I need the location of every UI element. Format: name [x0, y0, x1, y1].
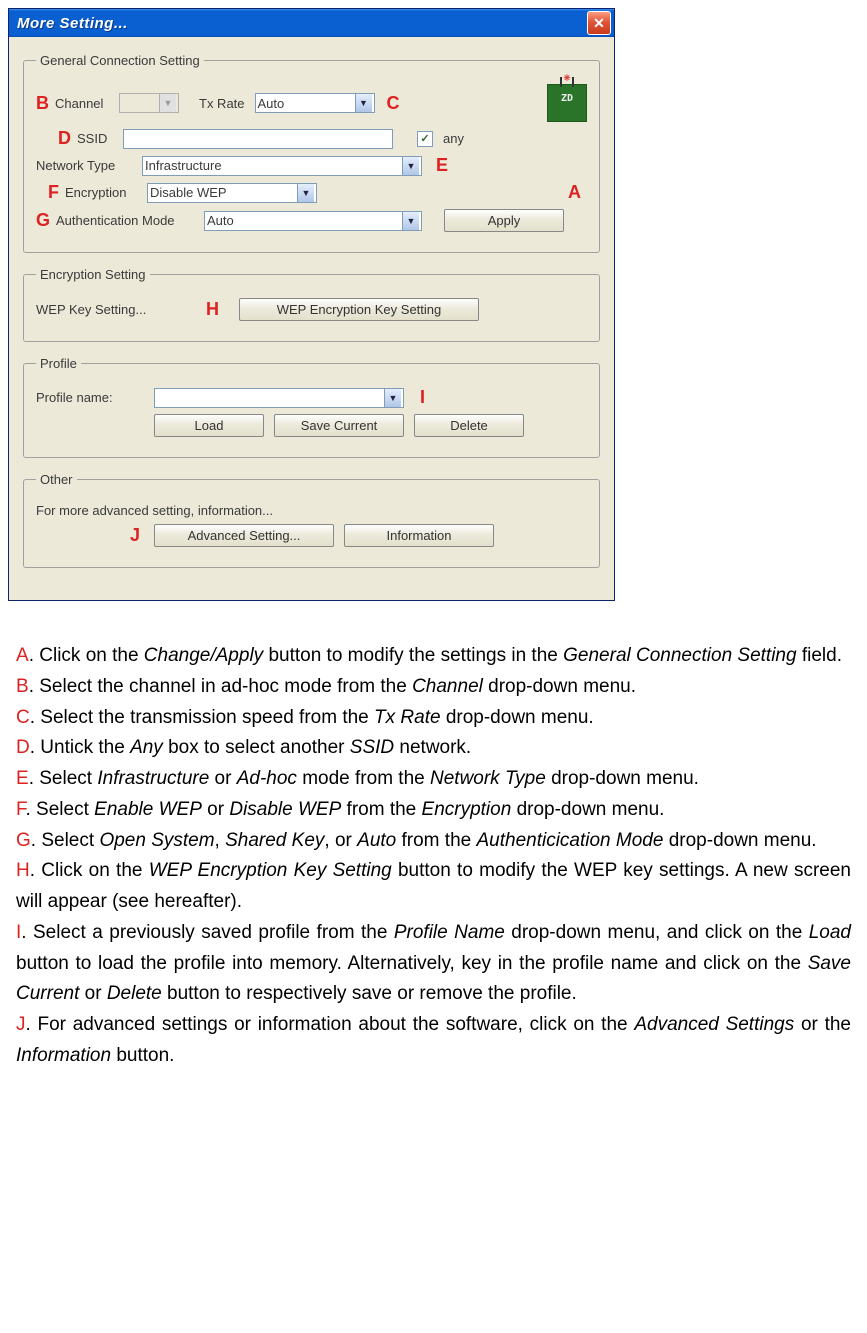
instr-e: . Select Infrastructure or Ad-hoc mode f… — [29, 768, 699, 789]
chevron-down-icon: ▼ — [355, 94, 372, 112]
letter-d: D — [16, 737, 30, 758]
advanced-setting-button[interactable]: Advanced Setting... — [154, 524, 334, 547]
delete-button[interactable]: Delete — [414, 414, 524, 437]
letter-h: H — [16, 860, 30, 881]
close-button[interactable]: ✕ — [587, 11, 611, 35]
titlebar: More Setting... ✕ — [9, 9, 614, 37]
instr-d: . Untick the Any box to select another S… — [30, 737, 471, 758]
letter-e: E — [16, 768, 29, 789]
auth-select[interactable]: Auto ▼ — [204, 211, 422, 231]
group-general-legend: General Connection Setting — [36, 53, 204, 68]
letter-j: J — [16, 1014, 26, 1035]
letter-g: G — [16, 830, 31, 851]
ssid-input[interactable] — [123, 129, 393, 149]
any-checkbox[interactable]: ✓ — [417, 131, 433, 147]
chevron-down-icon: ▼ — [159, 94, 176, 112]
txrate-label: Tx Rate — [199, 96, 245, 111]
marker-f: F — [48, 182, 59, 203]
dialog-window: More Setting... ✕ General Connection Set… — [8, 8, 615, 601]
marker-d: D — [58, 128, 71, 149]
nettype-select[interactable]: Infrastructure ▼ — [142, 156, 422, 176]
marker-c: C — [387, 93, 400, 114]
letter-b: B — [16, 676, 29, 697]
txrate-select[interactable]: Auto ▼ — [255, 93, 375, 113]
window-title: More Setting... — [17, 15, 128, 32]
chevron-down-icon: ▼ — [384, 389, 401, 407]
auth-value: Auto — [207, 213, 234, 228]
enc-value: Disable WEP — [150, 185, 227, 200]
channel-label: Channel — [55, 96, 113, 111]
channel-select: ▼ — [119, 93, 179, 113]
group-encryption-legend: Encryption Setting — [36, 267, 150, 282]
close-icon: ✕ — [593, 15, 605, 32]
enc-select[interactable]: Disable WEP ▼ — [147, 183, 317, 203]
apply-button[interactable]: Apply — [444, 209, 564, 232]
chevron-down-icon: ▼ — [402, 157, 419, 175]
txrate-value: Auto — [258, 96, 285, 111]
save-current-button[interactable]: Save Current — [274, 414, 404, 437]
load-button[interactable]: Load — [154, 414, 264, 437]
enc-label: Encryption — [65, 185, 141, 200]
instr-j: . For advanced settings or information a… — [16, 1014, 851, 1066]
ssid-label: SSID — [77, 131, 117, 146]
window-body: General Connection Setting B Channel ▼ T… — [9, 37, 614, 600]
nettype-value: Infrastructure — [145, 158, 222, 173]
letter-a: A — [16, 645, 29, 666]
group-general: General Connection Setting B Channel ▼ T… — [23, 53, 600, 253]
instructions-text: A. Click on the Change/Apply button to m… — [16, 641, 851, 1072]
marker-b: B — [36, 93, 49, 114]
letter-c: C — [16, 707, 30, 728]
wifi-device-icon: ⁕ — [547, 84, 587, 122]
instr-h: . Click on the WEP Encryption Key Settin… — [16, 860, 851, 912]
group-other-legend: Other — [36, 472, 77, 487]
marker-e: E — [436, 155, 448, 176]
marker-g: G — [36, 210, 50, 231]
marker-j: J — [130, 525, 140, 546]
information-button[interactable]: Information — [344, 524, 494, 547]
wep-label: WEP Key Setting... — [36, 302, 196, 317]
group-profile-legend: Profile — [36, 356, 81, 371]
group-profile: Profile Profile name: ▼ I Load Save Curr… — [23, 356, 600, 458]
instr-i: . Select a previously saved profile from… — [16, 922, 851, 1005]
chevron-down-icon: ▼ — [297, 184, 314, 202]
letter-f: F — [16, 799, 26, 820]
chevron-down-icon: ▼ — [402, 212, 419, 230]
profile-name-label: Profile name: — [36, 390, 146, 405]
instr-f: . Select Enable WEP or Disable WEP from … — [26, 799, 665, 820]
instr-b: . Select the channel in ad-hoc mode from… — [29, 676, 636, 697]
marker-h: H — [206, 299, 219, 320]
nettype-label: Network Type — [36, 158, 136, 173]
marker-i: I — [420, 387, 425, 408]
group-encryption: Encryption Setting WEP Key Setting... H … — [23, 267, 600, 342]
marker-a: A — [568, 182, 581, 203]
other-text: For more advanced setting, information..… — [36, 503, 273, 518]
instr-c: . Select the transmission speed from the… — [30, 707, 594, 728]
group-other: Other For more advanced setting, informa… — [23, 472, 600, 568]
instr-g: . Select Open System, Shared Key, or Aut… — [31, 830, 817, 851]
wep-key-setting-button[interactable]: WEP Encryption Key Setting — [239, 298, 479, 321]
any-label: any — [443, 131, 464, 146]
auth-label: Authentication Mode — [56, 213, 198, 228]
instr-a: . Click on the Change/Apply button to mo… — [29, 645, 842, 666]
profile-name-select[interactable]: ▼ — [154, 388, 404, 408]
